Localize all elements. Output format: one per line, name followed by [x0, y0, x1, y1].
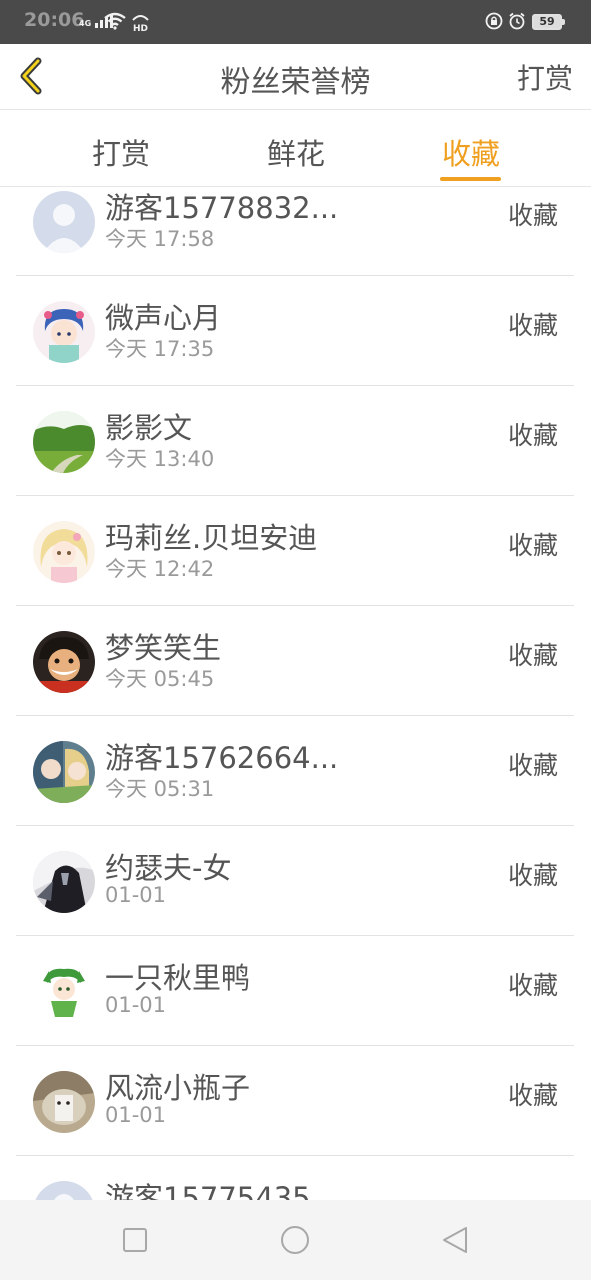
- reward-button[interactable]: 打赏: [517, 57, 573, 97]
- user-name: 一只秋里鸭: [105, 961, 251, 995]
- avatar: [33, 521, 95, 583]
- avatar: [33, 631, 95, 693]
- time-label: 01-01: [105, 1103, 167, 1127]
- favorite-label: 收藏: [507, 421, 558, 450]
- time-label: 今天 05:31: [105, 777, 215, 801]
- battery-icon: 59: [532, 14, 565, 30]
- favorite-label: 收藏: [507, 751, 558, 780]
- fan-list[interactable]: 游客15778832... 今天 17:58 收藏 微声心月 今天 17:35 …: [0, 188, 591, 1200]
- list-item[interactable]: 游客15778832... 今天 17:58 收藏: [16, 188, 574, 276]
- hd-label: HD: [133, 24, 148, 33]
- user-name: 微声心月: [105, 301, 222, 335]
- lock-rotation-icon: [485, 12, 503, 30]
- square-icon[interactable]: [120, 1225, 150, 1255]
- list-item[interactable]: 约瑟夫-女 01-01 收藏: [16, 826, 574, 936]
- list-item[interactable]: 微声心月 今天 17:35 收藏: [16, 276, 574, 386]
- avatar: [33, 191, 95, 253]
- time-label: 01-01: [105, 883, 167, 907]
- favorite-label: 收藏: [507, 201, 558, 230]
- list-item[interactable]: 玛莉丝.贝坦安迪 今天 12:42 收藏: [16, 496, 574, 606]
- user-name: 梦笑笑生: [105, 631, 222, 665]
- triangle-back-icon[interactable]: [440, 1225, 470, 1255]
- status-bar: 20:06 4G HD 59: [0, 0, 591, 44]
- list-item[interactable]: 梦笑笑生 今天 05:45 收藏: [16, 606, 574, 716]
- tab-flowers[interactable]: 鲜花: [236, 131, 356, 173]
- favorite-label: 收藏: [507, 531, 558, 560]
- user-name: 游客15778832...: [105, 191, 339, 225]
- tab-favorites[interactable]: 收藏: [411, 131, 531, 173]
- user-name: 影影文: [105, 411, 193, 445]
- list-item[interactable]: 影影文 今天 13:40 收藏: [16, 386, 574, 496]
- app-header: 粉丝荣誉榜 打赏: [0, 44, 591, 110]
- active-tab-indicator: [440, 177, 501, 181]
- alarm-icon: [509, 12, 525, 30]
- favorite-label: 收藏: [507, 861, 558, 890]
- avatar: [33, 741, 95, 803]
- hd-icon: HD: [132, 15, 149, 33]
- list-item[interactable]: 风流小瓶子 01-01 收藏: [16, 1046, 574, 1156]
- time-label: 今天 17:58: [105, 227, 215, 251]
- favorite-label: 收藏: [507, 641, 558, 670]
- favorite-label: 收藏: [507, 311, 558, 340]
- favorite-label: 收藏: [507, 1081, 558, 1110]
- user-name: 约瑟夫-女: [105, 851, 232, 885]
- avatar: [33, 301, 95, 363]
- time-label: 01-01: [105, 993, 167, 1017]
- time-label: 今天 12:42: [105, 557, 215, 581]
- status-time: 20:06: [24, 9, 85, 31]
- avatar: [33, 1071, 95, 1133]
- list-item[interactable]: 一只秋里鸭 01-01 收藏: [16, 936, 574, 1046]
- user-name: 风流小瓶子: [105, 1071, 251, 1105]
- user-name: 游客15762664...: [105, 741, 339, 775]
- user-name: 游客15775435: [105, 1181, 311, 1200]
- page-title: 粉丝荣誉榜: [220, 65, 371, 100]
- avatar: [33, 961, 95, 1023]
- tab-reward[interactable]: 打赏: [61, 131, 181, 173]
- tab-bar: 打赏 鲜花 收藏: [0, 111, 591, 187]
- list-item[interactable]: 游客15762664... 今天 05:31 收藏: [16, 716, 574, 826]
- user-name: 玛莉丝.贝坦安迪: [105, 521, 318, 555]
- time-label: 今天 13:40: [105, 447, 215, 471]
- favorite-label: 收藏: [507, 971, 558, 1000]
- wifi-icon: [104, 12, 126, 30]
- network-type: 4G: [79, 19, 92, 28]
- circle-icon[interactable]: [280, 1225, 310, 1255]
- list-item[interactable]: 游客15775435: [16, 1156, 574, 1200]
- system-nav-bar: [0, 1200, 591, 1280]
- avatar: [33, 411, 95, 473]
- time-label: 今天 17:35: [105, 337, 215, 361]
- time-label: 今天 05:45: [105, 667, 215, 691]
- avatar: [33, 1181, 95, 1200]
- avatar: [33, 851, 95, 913]
